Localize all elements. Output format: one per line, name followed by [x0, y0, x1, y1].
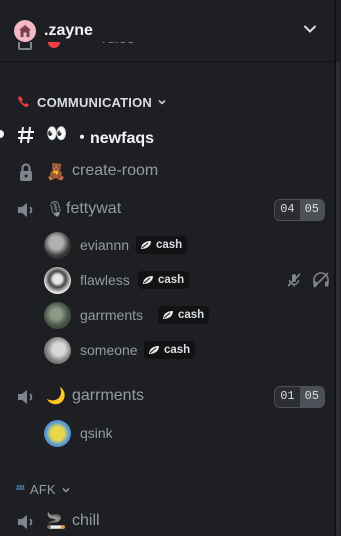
channel-emoji: 🧸	[46, 164, 66, 181]
voice-user-name: eviannn	[80, 237, 130, 253]
user-limit: 05	[299, 387, 324, 407]
category-label: AFK	[29, 482, 56, 497]
divider	[334, 0, 336, 536]
channel-create-room[interactable]: 🧸 create-room	[0, 160, 335, 184]
speaker-icon	[18, 203, 33, 217]
hashtag-icon	[18, 126, 34, 144]
user-count: 01	[275, 387, 300, 407]
chevron-down-icon[interactable]	[301, 20, 319, 38]
house-icon	[14, 20, 36, 42]
leaf-icon	[141, 241, 151, 249]
category-label: COMMUNICATION	[37, 94, 153, 110]
voice-user-flawless[interactable]: flawless cash	[44, 267, 334, 295]
chevron-down-icon	[158, 99, 166, 105]
zzz-icon: ᶻᶻᶻ	[16, 484, 25, 495]
tag-label: cash	[158, 274, 185, 286]
lock-icon	[20, 163, 32, 181]
no-entry-emoji	[48, 42, 60, 48]
avatar	[44, 302, 71, 329]
channel-garrments[interactable]: 🌙 garrments 01 05	[0, 385, 335, 409]
server-tag: cash	[136, 236, 188, 254]
deafened-headphones-icon	[313, 272, 329, 288]
channel-fettywat[interactable]: 🎙 fettywat 04 05	[0, 198, 335, 222]
server-tag: cash	[138, 271, 190, 289]
category-afk[interactable]: ᶻᶻᶻ AFK	[16, 482, 71, 497]
channel-name: fettywat	[66, 200, 122, 217]
channel-emoji: 🌙	[46, 388, 66, 405]
channel-chill[interactable]: 🚬 chill	[0, 510, 335, 534]
speaker-icon	[18, 390, 33, 404]
unread-indicator	[0, 130, 4, 138]
partial-channel-row[interactable]: rules	[18, 42, 218, 62]
avatar	[44, 267, 71, 294]
tag-label: cash	[178, 309, 205, 321]
leaf-icon	[149, 346, 159, 354]
avatar	[44, 420, 71, 447]
channel-emoji: 🚬	[46, 513, 66, 530]
server-tag: cash	[158, 306, 210, 324]
voice-user-eviannn[interactable]: eviannn cash	[44, 232, 334, 260]
channel-name: chill	[72, 512, 100, 529]
avatar	[44, 232, 71, 259]
channel-name: create-room	[72, 162, 159, 179]
user-limit-badge: 04 05	[274, 199, 325, 221]
avatar	[44, 337, 71, 364]
server-name: .zayne	[44, 22, 93, 39]
tag-label: cash	[156, 239, 183, 251]
chevron-down-icon	[62, 487, 70, 493]
voice-user-qsink[interactable]: qsink	[44, 420, 334, 448]
channel-newfaqs[interactable]: 👀 ・newfaqs	[0, 122, 335, 147]
user-count: 04	[275, 200, 300, 220]
channel-name: ・newfaqs	[74, 130, 155, 147]
voice-user-name: garrments	[80, 307, 144, 323]
user-limit: 05	[299, 200, 324, 220]
voice-user-someone[interactable]: someone cash	[44, 337, 334, 365]
channel-icon	[18, 42, 32, 50]
scrollbar-thumb[interactable]	[336, 62, 340, 536]
channel-emoji: 👀	[46, 124, 68, 143]
channel-name: rules	[102, 42, 135, 47]
server-tag: cash	[144, 341, 196, 359]
voice-user-name: qsink	[80, 425, 113, 441]
voice-user-name: flawless	[80, 272, 130, 288]
tag-label: cash	[164, 344, 191, 356]
telephone-icon	[18, 96, 29, 107]
speaker-icon	[18, 515, 33, 529]
leaf-icon	[143, 276, 153, 284]
muted-mic-icon	[287, 273, 301, 287]
user-limit-badge: 01 05	[274, 386, 325, 408]
category-communication[interactable]: COMMUNICATION	[16, 94, 167, 110]
channel-name: garrments	[72, 387, 145, 404]
voice-user-name: someone	[80, 342, 138, 358]
channel-emoji: 🎙	[46, 201, 66, 218]
leaf-icon	[163, 311, 173, 319]
voice-user-garrments[interactable]: garrments cash	[44, 302, 334, 330]
